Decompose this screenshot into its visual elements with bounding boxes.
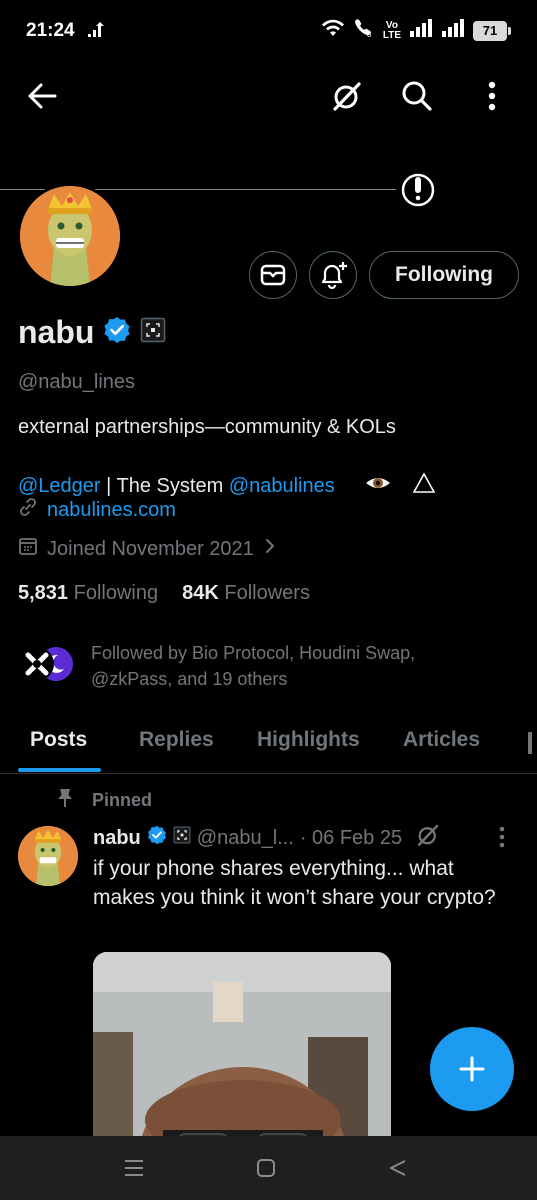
eye-emoji-icon bbox=[343, 450, 391, 522]
name-row: nabu bbox=[18, 314, 166, 351]
home-button[interactable] bbox=[250, 1152, 282, 1184]
following-label: Following bbox=[73, 582, 159, 604]
header-dial-icon bbox=[400, 172, 436, 213]
triangle-back-icon bbox=[390, 1160, 406, 1176]
post-author-handle[interactable]: @nabu_l... bbox=[197, 827, 294, 850]
wifi-calling-icon: 8 bbox=[353, 18, 375, 43]
pin-icon bbox=[56, 788, 74, 813]
profile-handle: @nabu_lines bbox=[18, 371, 136, 393]
follow-stats: 5,831 Following 84K Followers bbox=[18, 582, 310, 605]
following-stat[interactable]: 5,831 Following bbox=[18, 582, 158, 605]
post-text: if your phone shares everything... what … bbox=[93, 857, 496, 909]
website-link[interactable]: nabulines.com bbox=[47, 499, 176, 522]
svg-text:8: 8 bbox=[367, 30, 372, 38]
grok-icon bbox=[333, 82, 361, 111]
profile-tabs: Posts Replies Highlights Articles bbox=[0, 724, 537, 774]
plus-icon bbox=[459, 1056, 485, 1082]
post-header: nabu @nabu_l... · 06 Feb 25 bbox=[93, 823, 440, 853]
profile-avatar[interactable] bbox=[17, 183, 123, 289]
data-signal-icon bbox=[86, 22, 104, 43]
tab-replies[interactable]: Replies bbox=[139, 728, 214, 752]
post-author-avatar[interactable] bbox=[18, 826, 78, 886]
compose-post-button[interactable] bbox=[430, 1027, 514, 1111]
post-grok-icon[interactable] bbox=[416, 823, 440, 853]
volte-indicator: Vo LTE bbox=[382, 20, 401, 41]
tab-posts[interactable]: Posts bbox=[30, 728, 87, 752]
bio-line-1: external partnerships—community & KOLs bbox=[18, 416, 396, 438]
bio-mention-ledger[interactable]: @Ledger bbox=[18, 475, 101, 498]
affiliate-badge-icon[interactable] bbox=[140, 317, 166, 348]
verified-badge-icon[interactable] bbox=[103, 316, 131, 349]
volte-bottom: LTE bbox=[382, 29, 401, 41]
search-icon bbox=[402, 81, 432, 111]
tab-overflow-indicator[interactable] bbox=[528, 732, 532, 754]
followed-by-text[interactable]: Followed by Bio Protocol, Houdini Swap, … bbox=[91, 640, 491, 692]
menu-lines-icon bbox=[125, 1160, 143, 1176]
post-more-icon[interactable] bbox=[499, 826, 505, 853]
status-time: 21:24 bbox=[26, 20, 75, 41]
post-affiliate-badge-icon bbox=[173, 826, 191, 850]
cell-signal-icon bbox=[409, 19, 433, 42]
system-navigation-bar bbox=[0, 1136, 537, 1200]
post-author-name[interactable]: nabu bbox=[93, 827, 141, 850]
tab-highlights[interactable]: Highlights bbox=[257, 728, 360, 752]
back-button[interactable] bbox=[20, 74, 64, 118]
followed-by-avatars[interactable] bbox=[18, 645, 74, 683]
followers-stat[interactable]: 84K Followers bbox=[182, 582, 310, 605]
mail-icon bbox=[260, 264, 286, 286]
recents-button[interactable] bbox=[118, 1152, 150, 1184]
cell-signal-2-icon bbox=[441, 19, 465, 42]
website-row: nabulines.com bbox=[18, 497, 176, 523]
more-vertical-icon bbox=[488, 81, 496, 111]
wifi-icon bbox=[321, 19, 345, 42]
joined-date: Joined November 2021 bbox=[47, 537, 254, 560]
status-icons: 8 Vo LTE 71 bbox=[321, 18, 511, 43]
post-date[interactable]: · 06 Feb 25 bbox=[300, 827, 402, 850]
grok-button[interactable] bbox=[325, 74, 369, 118]
notify-button[interactable] bbox=[309, 251, 357, 299]
battery-indicator: 71 bbox=[473, 20, 511, 41]
link-icon bbox=[18, 497, 38, 523]
calendar-icon bbox=[18, 536, 38, 562]
pinned-label: Pinned bbox=[92, 790, 153, 810]
tab-articles[interactable]: Articles bbox=[403, 728, 480, 752]
followers-label: Followers bbox=[224, 582, 310, 604]
following-button[interactable]: Following bbox=[369, 251, 519, 299]
display-name: nabu bbox=[18, 314, 95, 350]
square-home-icon bbox=[257, 1159, 275, 1177]
post-verified-badge-icon bbox=[147, 825, 167, 851]
following-count: 5,831 bbox=[18, 582, 69, 604]
system-back-button[interactable] bbox=[382, 1152, 414, 1184]
triangle-emoji-icon bbox=[391, 449, 436, 523]
active-tab-indicator bbox=[18, 768, 101, 772]
followers-count: 84K bbox=[182, 582, 219, 604]
status-bar: 21:24 8 Vo LTE 71 bbox=[0, 0, 537, 62]
message-button[interactable] bbox=[249, 251, 297, 299]
battery-level: 71 bbox=[482, 23, 498, 38]
pinned-indicator: Pinned bbox=[56, 788, 152, 813]
joined-row[interactable]: Joined November 2021 bbox=[18, 536, 277, 562]
arrow-left-icon bbox=[28, 83, 57, 109]
search-button[interactable] bbox=[395, 74, 439, 118]
bell-plus-icon bbox=[321, 262, 347, 290]
more-button[interactable] bbox=[470, 74, 514, 118]
bio-mention-nabulines[interactable]: @nabulines bbox=[229, 475, 335, 498]
chevron-right-icon bbox=[263, 537, 277, 561]
bio-middle-text: | The System bbox=[100, 474, 229, 497]
